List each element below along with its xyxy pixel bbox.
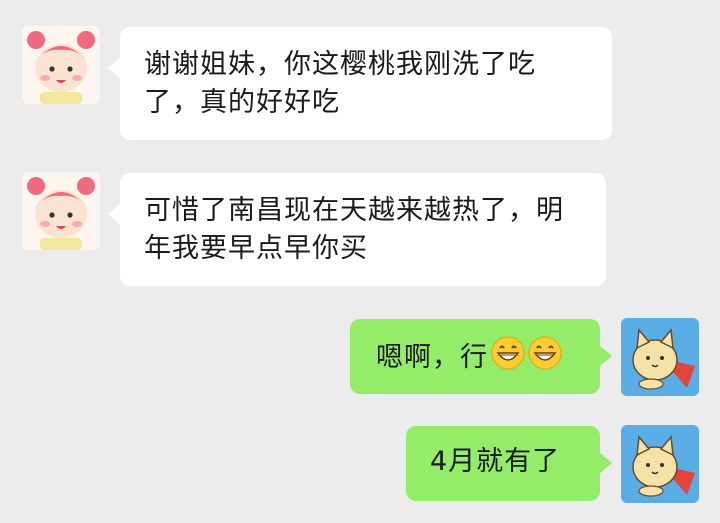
message-bubble-incoming[interactable]: 谢谢姐妹，你这樱桃我刚洗了吃了，真的好好吃 — [108, 27, 612, 140]
message-text: 嗯啊，行 — [376, 342, 488, 373]
cat-avatar-icon — [621, 318, 699, 396]
message-bubble-outgoing[interactable]: 4月就有了 — [406, 426, 612, 501]
message-bubble-incoming[interactable]: 可惜了南昌现在天越来越热了，明年我要早点早你买 — [108, 173, 606, 286]
girl-avatar-icon — [22, 26, 100, 104]
contact-avatar[interactable] — [22, 26, 100, 104]
girl-avatar-icon — [22, 172, 100, 250]
message-bubble-outgoing[interactable]: 嗯啊，行 — [350, 319, 612, 394]
cat-avatar-icon — [621, 425, 699, 503]
message-text: 4月就有了 — [430, 446, 561, 477]
grinning-face-emoji-icon — [528, 336, 562, 381]
self-avatar[interactable] — [621, 425, 699, 503]
message-text: 可惜了南昌现在天越来越热了，明年我要早点早你买 — [144, 195, 564, 264]
grinning-face-emoji-icon — [491, 336, 525, 381]
self-avatar[interactable] — [621, 318, 699, 396]
contact-avatar[interactable] — [22, 172, 100, 250]
message-text: 谢谢姐妹，你这樱桃我刚洗了吃了，真的好好吃 — [144, 49, 536, 118]
